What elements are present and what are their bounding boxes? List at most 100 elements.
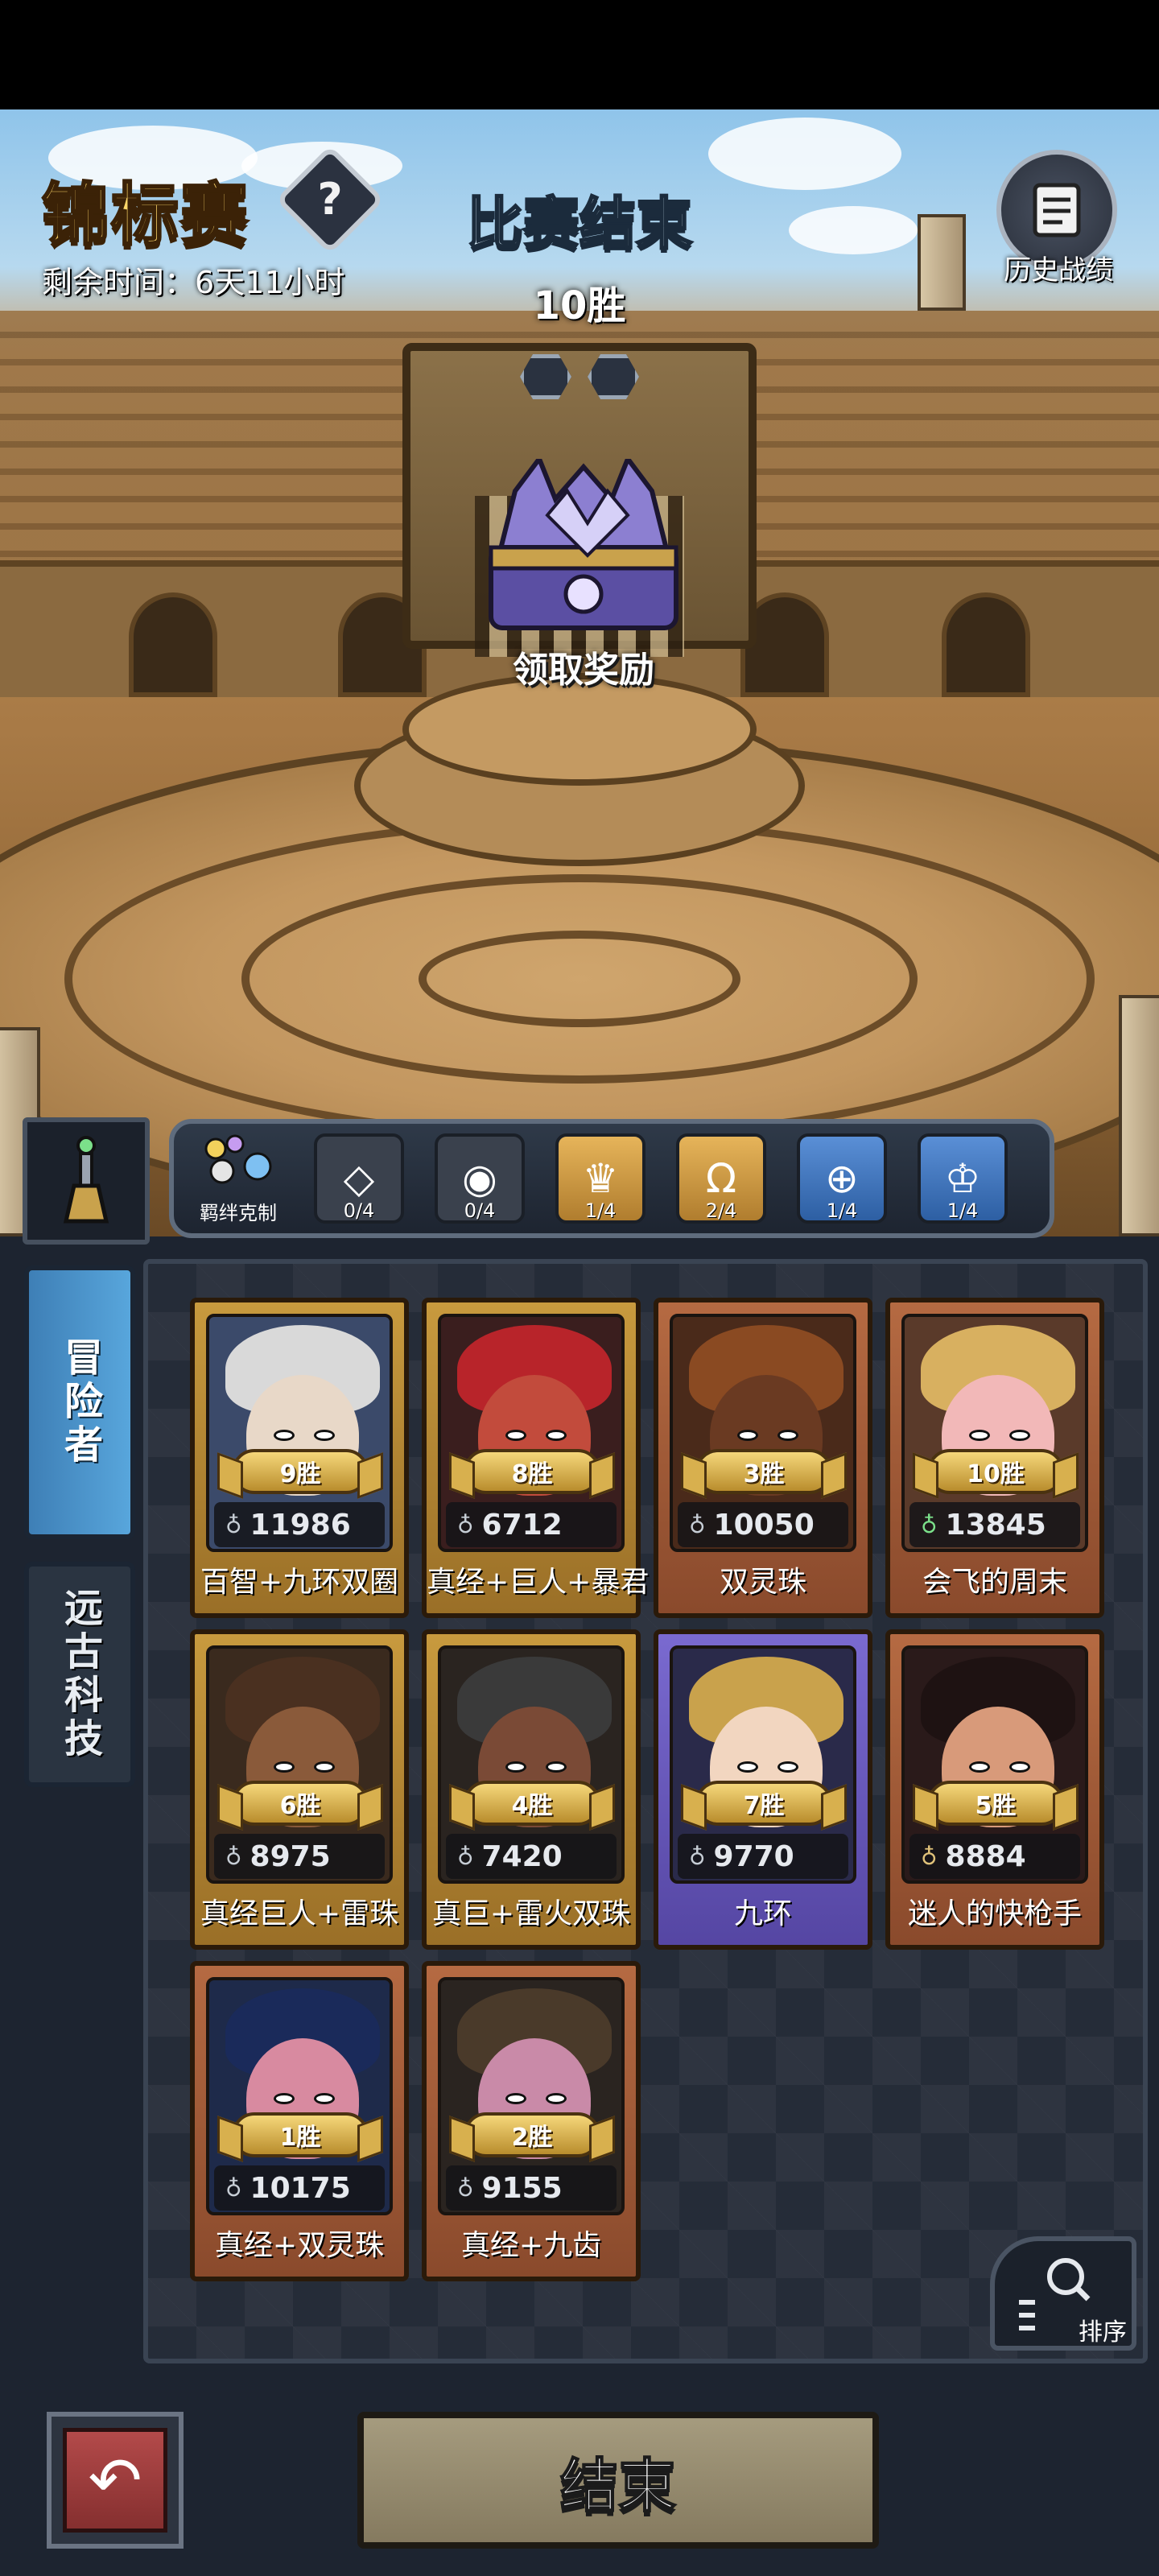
power-value: 9770	[713, 1839, 794, 1873]
power-icon: ♁	[457, 1511, 474, 1538]
wins-badge: 3胜	[695, 1449, 832, 1494]
hero-build-name: 迷人的快枪手	[907, 1897, 1082, 1930]
power-value: 11986	[250, 1508, 351, 1542]
hero-build-name: 真经+双灵珠	[214, 2229, 385, 2262]
tower-icon	[63, 1136, 109, 1224]
hero-build-name: 真经+巨人+暴君	[427, 1566, 650, 1599]
power-row: ♁ 13845	[909, 1502, 1080, 1547]
hero-build-name: 百智+九环双圈	[200, 1566, 399, 1599]
wins-badge: 1胜	[232, 2112, 369, 2157]
power-row: ♁ 6712	[446, 1502, 617, 1547]
power-icon: ♁	[225, 2174, 242, 2202]
back-arrow-icon: ↶	[88, 2442, 142, 2518]
power-icon: ♁	[689, 1843, 706, 1870]
hero-card[interactable]: 7胜 ♁ 9770 九环	[654, 1629, 872, 1950]
hero-build-name: 会飞的周末	[922, 1566, 1067, 1599]
orb-icon: ⊕	[825, 1155, 859, 1202]
power-row: ♁ 10175	[214, 2165, 385, 2211]
status-bar	[0, 0, 1159, 109]
synergy-slot-orb[interactable]: ⊕ 1/4	[797, 1133, 887, 1224]
power-value: 8884	[945, 1839, 1026, 1873]
power-row: ♁ 8975	[214, 1834, 385, 1879]
power-row: ♁ 11986	[214, 1502, 385, 1547]
remaining-time: 剩余时间：6天11小时	[42, 265, 345, 300]
wins-badge: 10胜	[927, 1449, 1064, 1494]
back-button[interactable]: ↶	[47, 2412, 184, 2549]
eye-icon: ◉	[462, 1155, 497, 1202]
horseshoe-icon: Ω	[705, 1155, 737, 1202]
synergy-slot-crystal[interactable]: ◇ 0/4	[314, 1133, 404, 1224]
hero-card[interactable]: 8胜 ♁ 6712 真经+巨人+暴君	[422, 1298, 650, 1618]
hero-build-name: 真巨+雷火双珠	[431, 1897, 631, 1930]
synergy-count: 0/4	[343, 1199, 375, 1222]
power-icon: ♁	[921, 1843, 938, 1870]
synergy-slot-horseshoe[interactable]: Ω 2/4	[676, 1133, 766, 1224]
power-row: ♁ 9770	[678, 1834, 848, 1879]
hero-card[interactable]: 9胜 ♁ 11986 百智+九环双圈	[190, 1298, 409, 1618]
claim-reward-label[interactable]: 领取奖励	[467, 641, 700, 692]
crown-icon: ♛	[582, 1155, 619, 1202]
hero-card[interactable]: 4胜 ♁ 7420 真巨+雷火双珠	[422, 1629, 641, 1950]
power-row: ♁ 10050	[678, 1502, 848, 1547]
hero-build-name: 九环	[733, 1897, 792, 1930]
chest-icon	[489, 453, 678, 630]
wins-badge: 6胜	[232, 1781, 369, 1826]
synergy-label: 羁绊克制	[200, 1201, 277, 1224]
wins-badge: 5胜	[927, 1781, 1064, 1826]
figure-icon: ♔	[944, 1155, 981, 1202]
hero-card[interactable]: 6胜 ♁ 8975 真经巨人+雷珠	[190, 1629, 409, 1950]
power-value: 10050	[713, 1508, 815, 1542]
hero-card[interactable]: 5胜 ♁ 8884 迷人的快枪手	[885, 1629, 1104, 1950]
scroll-icon	[1033, 183, 1081, 237]
wins-badge: 2胜	[464, 2112, 600, 2157]
hero-card[interactable]: 1胜 ♁ 10175 真经+双灵珠	[190, 1961, 409, 2281]
synergy-count: 1/4	[947, 1199, 979, 1222]
tab-adventurer[interactable]: 冒险者	[24, 1265, 135, 1539]
power-row: ♁ 8884	[909, 1834, 1080, 1879]
synergy-count: 1/4	[826, 1199, 858, 1222]
wins-badge: 4胜	[464, 1781, 600, 1826]
power-value: 9155	[481, 2171, 563, 2205]
synergy-count: 2/4	[705, 1199, 737, 1222]
wins-badge: 8胜	[464, 1449, 600, 1494]
synergy-count: 0/4	[464, 1199, 496, 1222]
power-icon: ♁	[921, 1511, 938, 1538]
power-icon: ♁	[225, 1843, 242, 1870]
tab-ancient-tech[interactable]: 远古科技	[24, 1562, 135, 1787]
power-value: 10175	[250, 2171, 351, 2205]
tower-button[interactable]	[23, 1117, 150, 1245]
power-icon: ♁	[457, 1843, 474, 1870]
wins-badge: 9胜	[232, 1449, 369, 1494]
sort-label: 排序	[1079, 2318, 1127, 2347]
history-label: 历史战绩	[1004, 254, 1113, 287]
power-value: 13845	[945, 1508, 1046, 1542]
end-button[interactable]: 结束	[357, 2412, 879, 2549]
power-icon: ♁	[689, 1511, 706, 1538]
power-row: ♁ 7420	[446, 1834, 617, 1879]
hero-card[interactable]: 3胜 ♁ 10050 双灵珠	[654, 1298, 872, 1618]
hero-build-name: 真经+九齿	[460, 2229, 602, 2262]
help-icon: ?	[317, 174, 343, 225]
synergy-counter-button[interactable]: 羁绊克制	[193, 1133, 283, 1225]
power-icon: ♁	[225, 1511, 242, 1538]
power-value: 6712	[481, 1508, 563, 1542]
power-icon: ♁	[457, 2174, 474, 2202]
hero-card[interactable]: 10胜 ♁ 13845 会飞的周末	[885, 1298, 1104, 1618]
synergy-count: 1/4	[584, 1199, 617, 1222]
synergy-slot-crown[interactable]: ♛ 1/4	[555, 1133, 645, 1224]
synergy-slot-figure[interactable]: ♔ 1/4	[918, 1133, 1008, 1224]
synergy-bar: 羁绊克制 ◇ 0/4 ◉ 0/4 ♛ 1/4 Ω 2/4 ⊕ 1/4 ♔ 1/4	[169, 1119, 1054, 1238]
hero-card[interactable]: 2胜 ♁ 9155 真经+九齿	[422, 1961, 641, 2281]
tournament-title: 锦标赛	[40, 175, 250, 256]
reward-chest[interactable]	[467, 453, 700, 636]
power-value: 8975	[250, 1839, 331, 1873]
match-status-title: 比赛结束	[466, 190, 694, 258]
power-row: ♁ 9155	[446, 2165, 617, 2211]
synergy-slot-eye[interactable]: ◉ 0/4	[435, 1133, 525, 1224]
hero-build-name: 真经巨人+雷珠	[200, 1897, 399, 1930]
wins-badge: 7胜	[695, 1781, 832, 1826]
hero-build-name: 双灵珠	[719, 1566, 806, 1599]
paw-bubbles-icon	[204, 1134, 272, 1183]
total-wins: 10胜	[533, 283, 626, 328]
power-value: 7420	[481, 1839, 563, 1873]
